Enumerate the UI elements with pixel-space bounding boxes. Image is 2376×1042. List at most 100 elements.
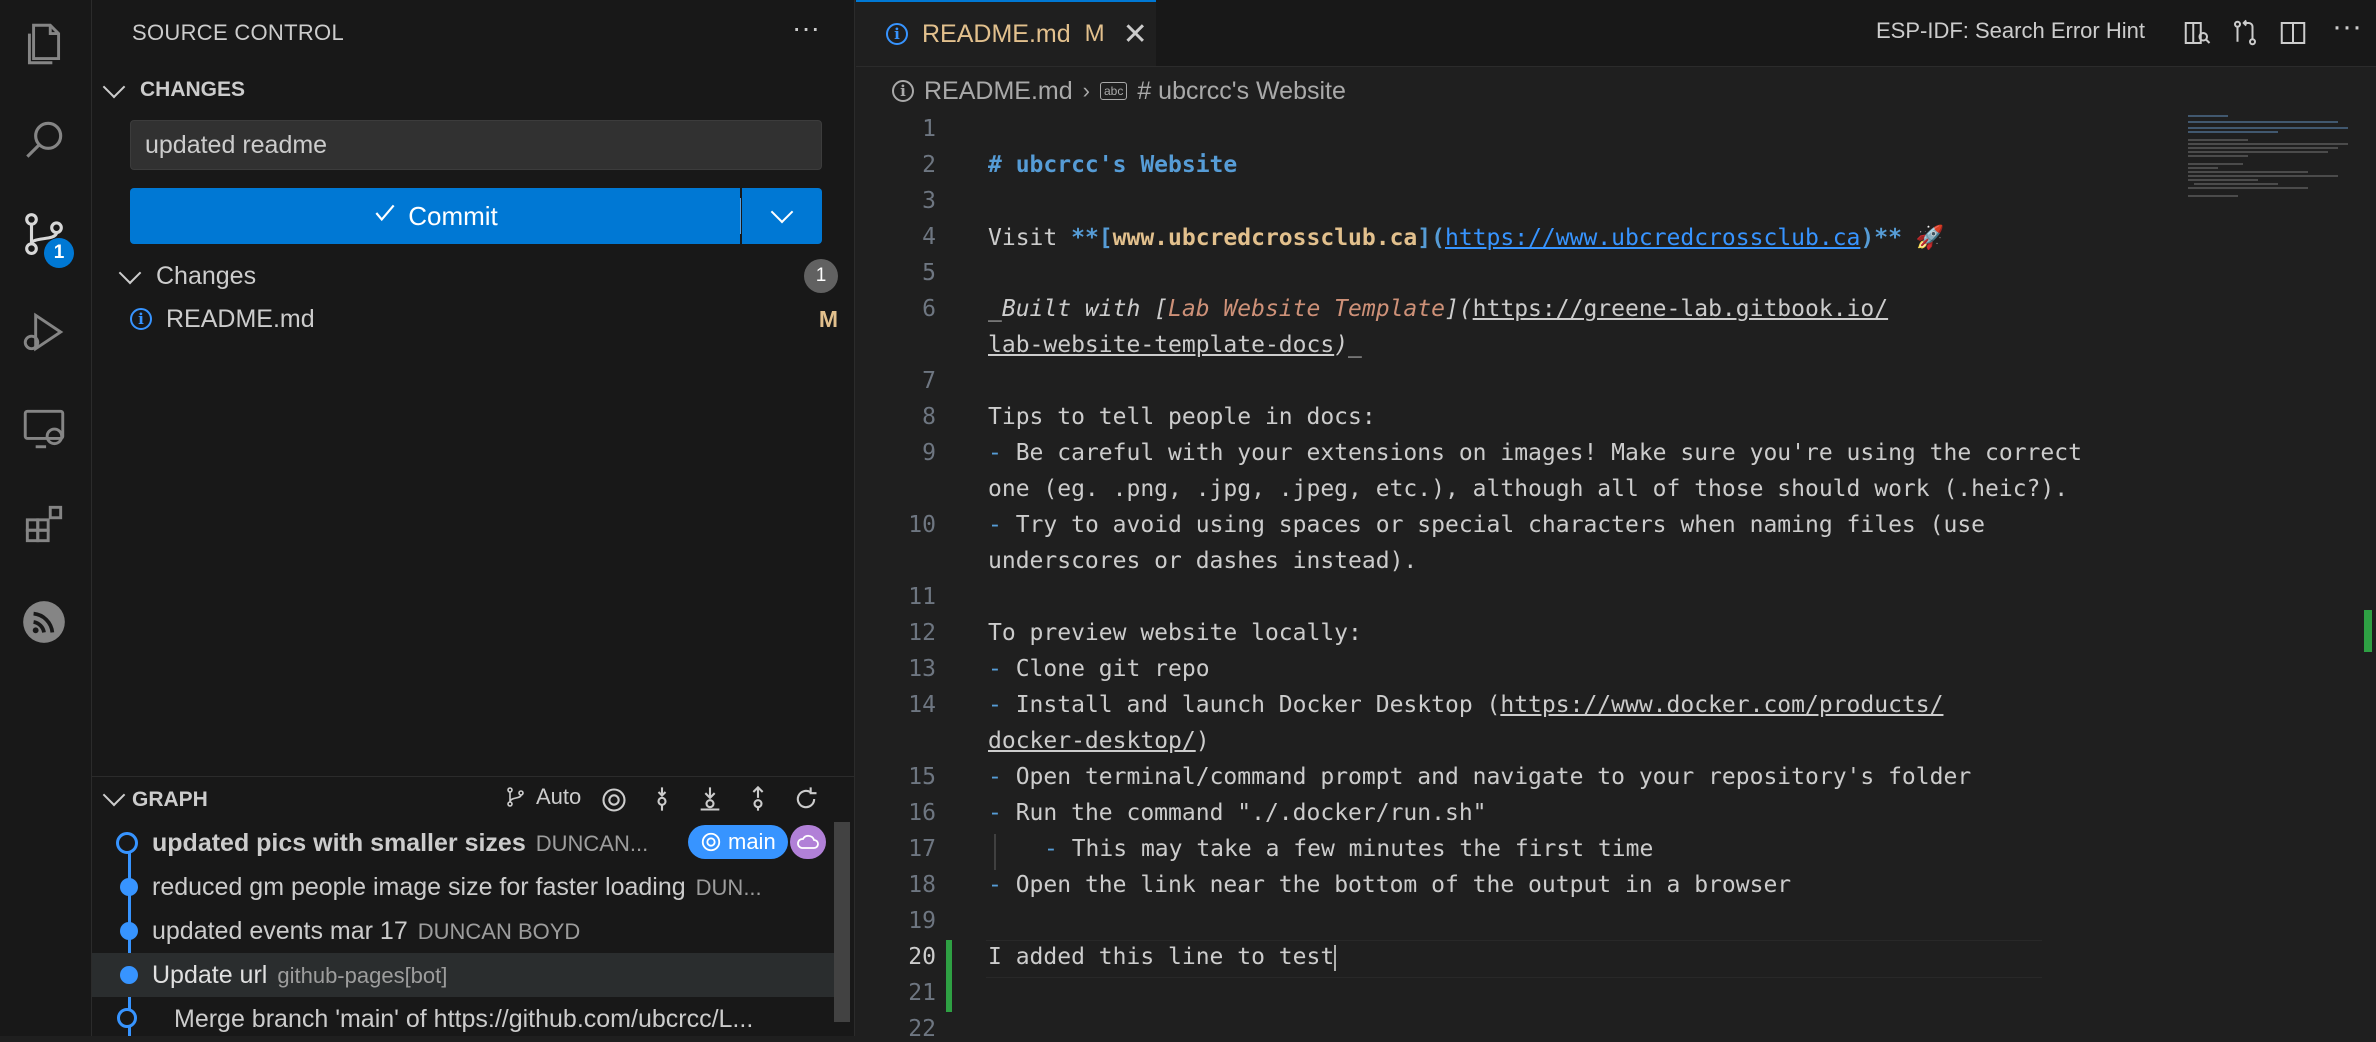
target-icon bbox=[701, 832, 721, 852]
file-status-badge: M bbox=[818, 305, 838, 332]
line-number: 5 bbox=[922, 260, 936, 286]
commit-author: DUNCAN... bbox=[535, 831, 649, 856]
code-line: lab-website-template-docs)_ bbox=[988, 332, 1362, 358]
commit-author: github-pages[bot] bbox=[277, 963, 448, 988]
commit-dropdown-button[interactable] bbox=[740, 188, 822, 244]
info-icon: i bbox=[130, 308, 152, 330]
changes-group-label: Changes bbox=[156, 261, 257, 290]
added-lines-indicator bbox=[946, 940, 952, 1012]
code-line: _Built with [Lab Website Template](https… bbox=[988, 296, 1889, 322]
target-icon[interactable] bbox=[600, 786, 628, 814]
commit-message: reduced gm people image size for faster … bbox=[152, 873, 686, 901]
indent-guide bbox=[994, 834, 996, 870]
code-line: - This may take a few minutes the first … bbox=[1044, 836, 1654, 862]
more-actions-button[interactable]: ··· bbox=[792, 12, 820, 44]
changes-section-title: CHANGES bbox=[140, 78, 246, 101]
head-commit-dot bbox=[116, 832, 138, 854]
code-line: # ubcrcc's Website bbox=[988, 152, 1238, 178]
code-line: - Clone git repo bbox=[988, 656, 1210, 682]
graph-scrollbar[interactable] bbox=[834, 822, 850, 1022]
line-number: 20 bbox=[908, 944, 936, 970]
code-editor[interactable]: 1 2 3 4 5 6 7 8 9 10 11 12 13 14 15 16 1… bbox=[856, 0, 2356, 1042]
commit-label: Commit bbox=[408, 200, 498, 231]
esp-idf-icon[interactable] bbox=[14, 592, 74, 652]
commit-author: DUN... bbox=[695, 875, 762, 900]
remote-cloud-icon bbox=[790, 825, 826, 859]
commit-message: updated pics with smaller sizes bbox=[152, 829, 526, 857]
changes-group[interactable]: Changes 1 bbox=[118, 258, 838, 294]
source-control-sidebar: SOURCE CONTROL ··· CHANGES updated readm… bbox=[92, 0, 855, 1036]
branch-badge[interactable]: main bbox=[688, 825, 788, 859]
line-number: 4 bbox=[922, 224, 936, 250]
code-line: - Install and launch Docker Desktop (htt… bbox=[988, 692, 1944, 718]
commit-dot bbox=[120, 922, 138, 940]
auto-label: Auto bbox=[536, 784, 582, 809]
remote-explorer-icon[interactable] bbox=[14, 398, 74, 458]
chevron-down-icon bbox=[770, 200, 794, 224]
line-number: 22 bbox=[908, 1016, 936, 1042]
scm-badge: 1 bbox=[44, 238, 74, 268]
line-number: 19 bbox=[908, 908, 936, 934]
graph-row[interactable]: Merge branch 'main' of https://github.co… bbox=[92, 997, 834, 1041]
text-cursor bbox=[1334, 944, 1337, 971]
line-number: 7 bbox=[922, 368, 936, 394]
line-number: 21 bbox=[908, 980, 936, 1006]
line-number: 14 bbox=[908, 692, 936, 718]
line-number: 13 bbox=[908, 656, 936, 682]
code-line: Visit **[www.ubcredcrossclub.ca](https:/… bbox=[988, 225, 1945, 251]
code-line: - Run the command "./.docker/run.sh" bbox=[988, 800, 1487, 826]
line-number: 17 bbox=[908, 836, 936, 862]
line-number: 1 bbox=[922, 116, 936, 142]
commit-message: Update url bbox=[152, 961, 268, 989]
branch-icon bbox=[507, 787, 524, 807]
changes-count-badge: 1 bbox=[804, 259, 838, 293]
fetch-icon[interactable] bbox=[648, 784, 676, 814]
changed-file-name: README.md bbox=[166, 304, 315, 333]
commit-author: DUNCAN BOYD bbox=[417, 919, 581, 944]
line-number: 12 bbox=[908, 620, 936, 646]
graph-section-header[interactable]: GRAPH Auto bbox=[92, 776, 854, 821]
line-number: 18 bbox=[908, 872, 936, 898]
graph-row[interactable]: updated pics with smaller sizes DUNCAN...… bbox=[92, 821, 834, 865]
code-line: Tips to tell people in docs: bbox=[988, 404, 1376, 430]
code-line: - Try to avoid using spaces or special c… bbox=[988, 512, 1986, 538]
chevron-down-icon bbox=[102, 783, 126, 807]
code-line: docker-desktop/) bbox=[988, 728, 1210, 754]
changes-section-header[interactable]: CHANGES bbox=[102, 75, 246, 102]
code-line: I added this line to test bbox=[988, 944, 1337, 971]
line-number: 15 bbox=[908, 764, 936, 790]
push-icon[interactable] bbox=[744, 784, 772, 814]
check-icon bbox=[372, 200, 398, 233]
line-number: 16 bbox=[908, 800, 936, 826]
pull-icon[interactable] bbox=[696, 784, 724, 814]
code-line: To preview website locally: bbox=[988, 620, 1362, 646]
commit-button[interactable]: Commit bbox=[130, 188, 740, 244]
graph-row[interactable]: Update url github-pages[bot] bbox=[92, 953, 834, 997]
commit-dot bbox=[120, 878, 138, 896]
explorer-icon[interactable] bbox=[14, 14, 74, 74]
sidebar-title: SOURCE CONTROL bbox=[132, 20, 344, 45]
extensions-icon[interactable] bbox=[14, 494, 74, 554]
branch-name: main bbox=[728, 829, 776, 854]
changed-file-item[interactable]: i README.md M bbox=[130, 301, 838, 337]
refresh-icon[interactable] bbox=[792, 784, 820, 814]
graph-row[interactable]: updated events mar 17 DUNCAN BOYD bbox=[92, 909, 834, 953]
auto-toggle[interactable]: Auto bbox=[504, 784, 581, 810]
search-icon[interactable] bbox=[14, 110, 74, 170]
line-number: 8 bbox=[922, 404, 936, 430]
chevron-down-icon bbox=[102, 75, 126, 99]
commit-message: Merge branch 'main' of https://github.co… bbox=[174, 1005, 754, 1033]
line-number: 2 bbox=[922, 152, 936, 178]
graph-row[interactable]: reduced gm people image size for faster … bbox=[92, 865, 834, 909]
commit-dot bbox=[120, 966, 138, 984]
line-number: 11 bbox=[908, 584, 936, 610]
commit-message: updated events mar 17 bbox=[152, 917, 408, 945]
line-number: 3 bbox=[922, 188, 936, 214]
run-debug-icon[interactable] bbox=[14, 302, 74, 362]
editor-area: i README.md M ✕ ESP-IDF: Search Error Hi… bbox=[856, 0, 2376, 1042]
code-line: one (eg. .png, .jpg, .jpeg, etc.), altho… bbox=[988, 476, 2069, 502]
code-line: - Open the link near the bottom of the o… bbox=[988, 872, 1792, 898]
merge-commit-dot bbox=[117, 1008, 137, 1028]
commit-message-input[interactable]: updated readme bbox=[130, 120, 822, 170]
code-line: underscores or dashes instead). bbox=[988, 548, 1418, 574]
